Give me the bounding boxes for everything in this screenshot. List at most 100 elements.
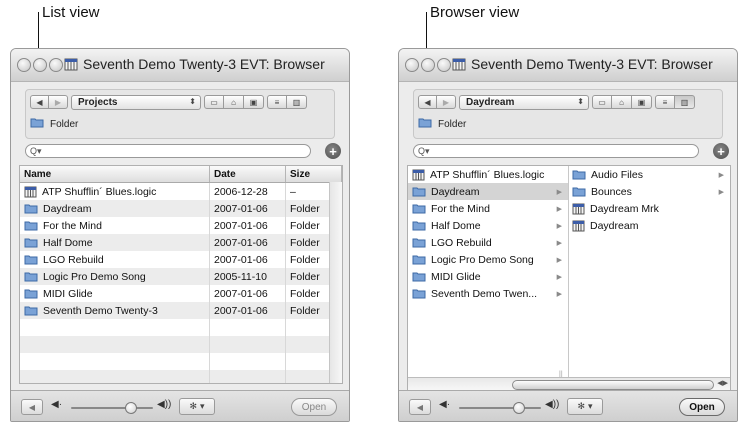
horizontal-scroll-thumb[interactable]	[512, 380, 714, 390]
forward-button[interactable]: ▶	[437, 95, 456, 109]
minimize-button[interactable]	[421, 58, 435, 72]
folder-icon	[412, 220, 426, 231]
home-icon[interactable]: ⌂	[224, 95, 244, 109]
nav-buttons: ◀ ▶	[418, 95, 456, 109]
browser-item-label: Seventh Demo Twen...	[431, 287, 538, 300]
list-view-icon[interactable]: ≡	[267, 95, 287, 109]
browser-item[interactable]: Half Dome ▶	[408, 217, 568, 234]
table-row[interactable]: LGO Rebuild 2007-01-06 Folder	[20, 251, 342, 268]
table-row[interactable]: MIDI Glide 2007-01-06 Folder	[20, 285, 342, 302]
browser-item[interactable]: LGO Rebuild ▶	[408, 234, 568, 251]
column-browser: ATP Shufflin´ Blues.logic Daydream ▶ For th…	[407, 165, 731, 392]
add-button[interactable]: +	[325, 143, 341, 159]
minimize-button[interactable]	[33, 58, 47, 72]
scroll-arrows-icon[interactable]: ◀▶	[717, 379, 728, 387]
add-button[interactable]: +	[713, 143, 729, 159]
table-row[interactable]: Seventh Demo Twenty-3 2007-01-06 Folder	[20, 302, 342, 319]
browser-toolbar: ◀ ▶ Daydream ⬍ ▭ ⌂ ▣ ≡ ▥	[418, 93, 718, 111]
table-row[interactable]: Logic Pro Demo Song 2005-11-10 Folder	[20, 268, 342, 285]
table-row[interactable]: ATP Shufflin´ Blues.logic 2006-12-28–	[20, 183, 342, 200]
folder-icon	[412, 186, 426, 197]
open-button[interactable]: Open	[291, 398, 337, 416]
file-name: ATP Shufflin´ Blues.logic	[42, 185, 157, 198]
cell-date: 2007-01-06	[210, 234, 286, 251]
project-icon[interactable]: ▣	[632, 95, 652, 109]
table-row[interactable]: Half Dome 2007-01-06 Folder	[20, 234, 342, 251]
browser-item[interactable]: ATP Shufflin´ Blues.logic	[408, 166, 568, 183]
open-button[interactable]: Open	[679, 398, 725, 416]
volume-slider-knob[interactable]	[125, 402, 137, 414]
speaker-low-icon: ◀·	[51, 399, 63, 410]
browser-item[interactable]: For the Mind ▶	[408, 200, 568, 217]
file-name: Daydream	[43, 202, 92, 215]
browser-item[interactable]: Audio Files ▶	[568, 166, 730, 183]
cell-date: 2007-01-06	[210, 200, 286, 217]
volume-slider[interactable]	[459, 407, 541, 409]
close-button[interactable]	[17, 58, 31, 72]
browser-item-label: Daydream Mrk	[590, 202, 659, 215]
horizontal-scrollbar[interactable]: ◀▶	[408, 377, 730, 391]
home-icon[interactable]: ⌂	[612, 95, 632, 109]
browser-item[interactable]: Daydream Mrk	[568, 200, 730, 217]
browser-view-callout: Browser view	[430, 4, 520, 21]
list-view-icon[interactable]: ≡	[655, 95, 675, 109]
back-button[interactable]: ◀	[418, 95, 437, 109]
column-view-icon[interactable]: ▥	[287, 95, 307, 109]
chevron-right-icon: ▶	[718, 188, 724, 196]
browser-item-label: LGO Rebuild	[431, 236, 492, 249]
computer-icon[interactable]: ▭	[592, 95, 612, 109]
folder-icon	[412, 288, 426, 299]
location-popup[interactable]: Daydream ⬍	[459, 94, 589, 110]
location-popup[interactable]: Projects ⬍	[71, 94, 201, 110]
column-header-name[interactable]: Name	[20, 166, 210, 182]
empty-cell	[210, 353, 286, 370]
browser-toolbar: ◀ ▶ Projects ⬍ ▭ ⌂ ▣ ≡ ▥	[30, 93, 330, 111]
location-shortcuts: ▭ ⌂ ▣	[204, 95, 264, 109]
forward-button[interactable]: ▶	[49, 95, 68, 109]
browser-item[interactable]: Bounces ▶	[568, 183, 730, 200]
chevron-right-icon: ▶	[556, 222, 562, 230]
folder-icon	[24, 288, 38, 299]
folder-icon	[572, 169, 586, 180]
computer-icon[interactable]: ▭	[204, 95, 224, 109]
column-header-date[interactable]: Date	[210, 166, 286, 182]
search-field[interactable]: Q▾	[413, 144, 699, 158]
preview-play-button[interactable]: ◀	[409, 399, 431, 415]
empty-row	[20, 370, 342, 383]
browser-item[interactable]: Logic Pro Demo Song ▶	[408, 251, 568, 268]
action-menu-button[interactable]: ✻ ▾	[179, 398, 215, 415]
empty-row	[20, 319, 342, 336]
preview-play-button[interactable]: ◀	[21, 399, 43, 415]
table-row[interactable]: For the Mind 2007-01-06 Folder	[20, 217, 342, 234]
action-menu-button[interactable]: ✻ ▾	[567, 398, 603, 415]
volume-slider[interactable]	[71, 407, 153, 409]
volume-slider-knob[interactable]	[513, 402, 525, 414]
close-button[interactable]	[405, 58, 419, 72]
chevron-right-icon: ▶	[556, 239, 562, 247]
window-title: Seventh Demo Twenty-3 EVT: Browser	[83, 56, 325, 72]
cell-name: For the Mind	[20, 217, 210, 234]
folder-label: Folder	[50, 118, 79, 130]
vertical-scrollbar[interactable]	[329, 182, 342, 383]
file-list-table: Name Date Size ATP Shufflin´ Blues.logic…	[19, 165, 343, 384]
column-view-icon[interactable]: ▥	[675, 95, 695, 109]
popup-arrows-icon: ⬍	[577, 96, 584, 106]
column-header-size[interactable]: Size	[286, 166, 342, 182]
back-button[interactable]: ◀	[30, 95, 49, 109]
browser-item[interactable]: Daydream	[568, 217, 730, 234]
title-bar[interactable]: Seventh Demo Twenty-3 EVT: Browser	[11, 49, 349, 82]
cell-date: 2005-11-10	[210, 268, 286, 285]
browser-item[interactable]: MIDI Glide ▶	[408, 268, 568, 285]
title-bar[interactable]: Seventh Demo Twenty-3 EVT: Browser	[399, 49, 737, 82]
search-icon: Q▾	[418, 145, 430, 156]
zoom-button[interactable]	[49, 58, 63, 72]
project-icon[interactable]: ▣	[244, 95, 264, 109]
chevron-right-icon: ▶	[556, 273, 562, 281]
browser-item[interactable]: Seventh Demo Twen... ▶	[408, 285, 568, 302]
search-field[interactable]: Q▾	[25, 144, 311, 158]
folder-icon	[412, 237, 426, 248]
zoom-button[interactable]	[437, 58, 451, 72]
window-title: Seventh Demo Twenty-3 EVT: Browser	[471, 56, 713, 72]
table-row[interactable]: Daydream 2007-01-06 Folder	[20, 200, 342, 217]
browser-item[interactable]: Daydream ▶	[408, 183, 568, 200]
